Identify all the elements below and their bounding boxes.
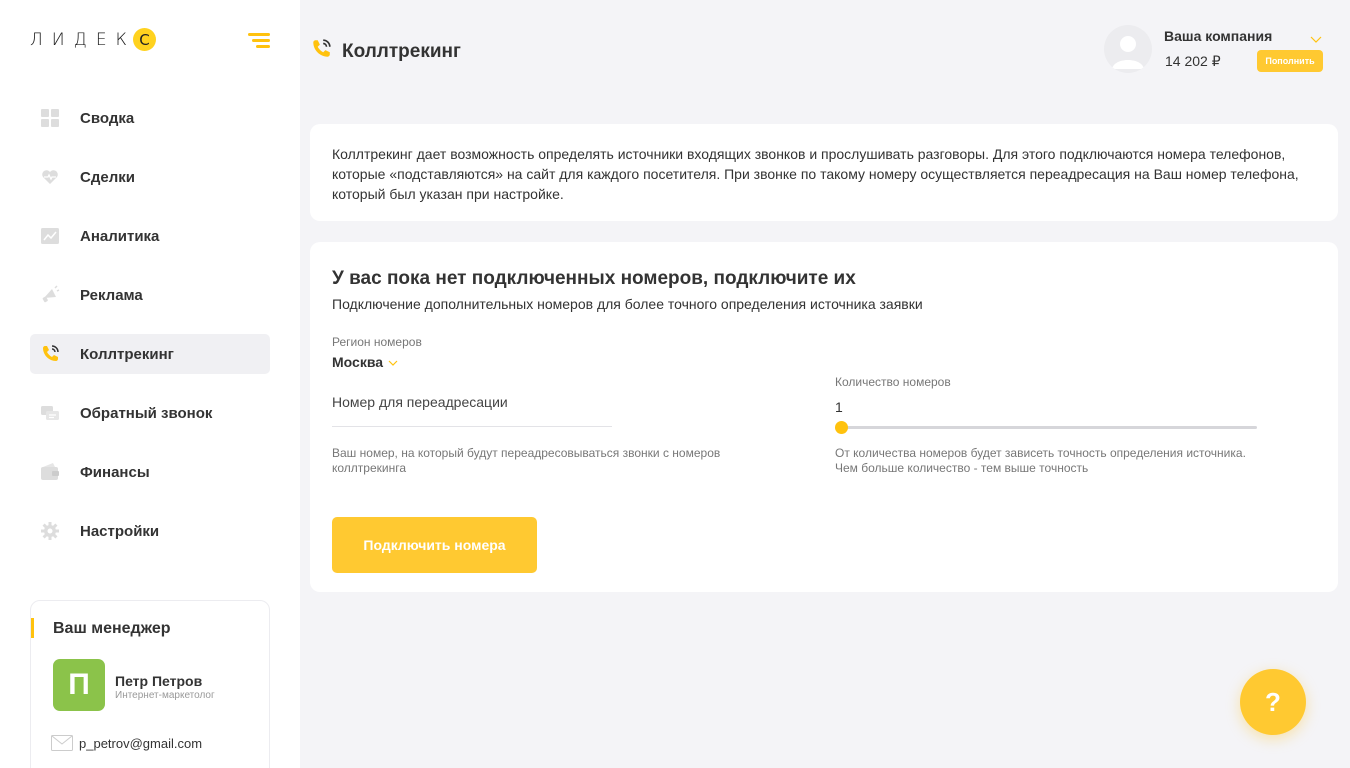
megaphone-icon xyxy=(40,285,60,305)
chart-icon xyxy=(40,226,60,246)
chevron-down-icon[interactable] xyxy=(1310,31,1322,49)
sidebar-item-label: Сводка xyxy=(80,109,135,127)
chat-icon xyxy=(40,403,60,423)
sidebar-item-calltracking[interactable]: Коллтрекинг xyxy=(30,334,270,374)
redirect-number-field[interactable]: Номер для переадресации xyxy=(332,394,508,410)
sidebar-item-ads[interactable]: Реклама xyxy=(30,275,270,315)
heart-pulse-icon xyxy=(40,167,60,187)
section-heading: У вас пока нет подключенных номеров, под… xyxy=(332,268,856,289)
manager-accent-bar xyxy=(31,618,34,638)
sidebar: ЛИДЕК С Сводка Сделки Аналитика Реклама … xyxy=(0,0,300,768)
sidebar-item-label: Коллтрекинг xyxy=(80,345,174,363)
phone-icon xyxy=(310,38,332,65)
wallet-icon xyxy=(40,462,60,482)
sidebar-item-label: Обратный звонок xyxy=(80,404,213,422)
dashboard-icon xyxy=(40,108,60,128)
sidebar-nav: Сводка Сделки Аналитика Реклама Коллтрек… xyxy=(30,98,270,570)
manager-email-link[interactable]: p_petrov@gmail.com xyxy=(79,736,202,751)
page-header: Коллтрекинг xyxy=(310,38,461,65)
help-button[interactable]: ? xyxy=(1240,669,1306,735)
account-balance: 14 202 ₽ xyxy=(1165,53,1221,69)
sidebar-item-label: Аналитика xyxy=(80,227,160,245)
count-hint: От количества номеров будет зависеть точ… xyxy=(835,446,1246,475)
region-select[interactable]: Москва xyxy=(332,354,398,370)
connect-numbers-card: У вас пока нет подключенных номеров, под… xyxy=(310,242,1338,592)
count-slider[interactable] xyxy=(835,421,1257,435)
info-text: Коллтрекинг дает возможность определять … xyxy=(332,146,1299,202)
sidebar-item-callback[interactable]: Обратный звонок xyxy=(30,393,270,433)
topup-button[interactable]: Пополнить xyxy=(1257,50,1323,72)
page-title: Коллтрекинг xyxy=(342,40,461,62)
mail-icon xyxy=(51,735,73,756)
slider-track[interactable] xyxy=(835,426,1257,429)
sidebar-item-label: Сделки xyxy=(80,168,135,186)
count-value: 1 xyxy=(835,399,843,415)
sidebar-item-analytics[interactable]: Аналитика xyxy=(30,216,270,256)
info-card: Коллтрекинг дает возможность определять … xyxy=(310,124,1338,221)
sidebar-item-svodka[interactable]: Сводка xyxy=(30,98,270,138)
gear-icon xyxy=(40,521,60,541)
manager-card: Ваш менеджер П Петр Петров Интернет-марк… xyxy=(30,600,270,768)
chevron-down-icon xyxy=(388,354,398,370)
sidebar-item-label: Финансы xyxy=(80,463,150,481)
region-label: Регион номеров xyxy=(332,335,422,349)
manager-avatar: П xyxy=(53,659,105,711)
sidebar-item-sdelki[interactable]: Сделки xyxy=(30,157,270,197)
connect-numbers-button[interactable]: Подключить номера xyxy=(332,517,537,573)
phone-icon xyxy=(40,344,60,364)
slider-handle[interactable] xyxy=(835,421,848,434)
manager-title: Ваш менеджер xyxy=(53,620,171,637)
redirect-number-underline xyxy=(332,426,612,427)
logo[interactable]: ЛИДЕК С xyxy=(30,28,157,51)
manager-name: Петр Петров xyxy=(115,673,203,689)
manager-role: Интернет-маркетолог xyxy=(115,690,215,701)
logo-text: ЛИДЕК xyxy=(30,29,137,50)
account-widget: Ваша компания 14 202 ₽ Пополнить xyxy=(1104,25,1334,75)
sidebar-item-label: Настройки xyxy=(80,522,160,540)
logo-circle: С xyxy=(133,28,157,51)
company-name[interactable]: Ваша компания xyxy=(1164,28,1272,44)
sidebar-item-settings[interactable]: Настройки xyxy=(30,511,270,551)
sidebar-item-finance[interactable]: Финансы xyxy=(30,452,270,492)
redirect-number-hint: Ваш номер, на который будут переадресовы… xyxy=(332,446,721,475)
section-subheading: Подключение дополнительных номеров для б… xyxy=(332,296,923,312)
count-label: Количество номеров xyxy=(835,375,951,389)
menu-toggle-icon[interactable] xyxy=(248,33,270,49)
region-value: Москва xyxy=(332,354,384,370)
sidebar-item-label: Реклама xyxy=(80,286,143,304)
user-avatar-icon[interactable] xyxy=(1104,25,1152,73)
